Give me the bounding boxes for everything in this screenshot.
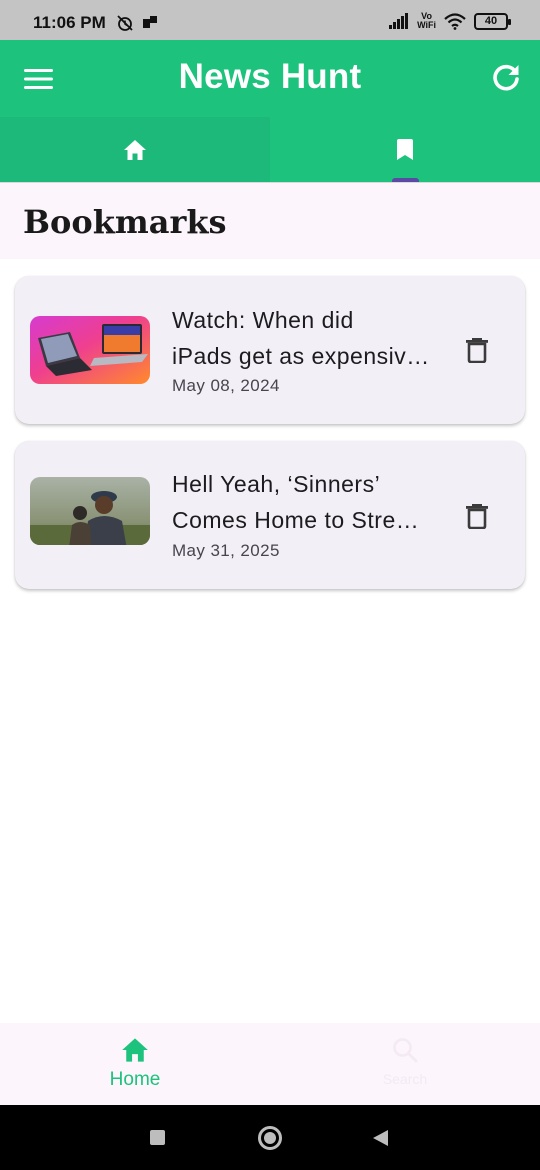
home-icon xyxy=(122,1038,148,1062)
bookmark-title-line1: Hell Yeah, ‘Sinners’ xyxy=(172,471,381,497)
tab-bar xyxy=(0,117,540,182)
bookmark-title-line2: Comes Home to Streaming xyxy=(172,507,432,533)
search-icon xyxy=(393,1038,418,1063)
home-icon xyxy=(124,139,146,160)
bookmark-card[interactable]: Hell Yeah, ‘Sinners’ Comes Home to Strea… xyxy=(15,441,525,589)
alarm-off-icon xyxy=(117,15,133,31)
tab-home[interactable] xyxy=(0,117,270,182)
back-icon[interactable] xyxy=(372,1129,389,1147)
bottom-nav-home[interactable]: Home xyxy=(0,1023,270,1105)
system-nav-bar xyxy=(0,1105,540,1170)
battery-icon: 40 xyxy=(474,12,511,30)
refresh-icon[interactable] xyxy=(490,62,522,94)
app-bar: News Hunt xyxy=(0,40,540,117)
app-notification-icon xyxy=(143,16,157,28)
bottom-nav: Home Search xyxy=(0,1023,540,1105)
bottom-nav-search-label: Search xyxy=(382,1071,428,1087)
vowifi-bottom: WiFi xyxy=(417,20,436,30)
status-bar: 11:06 PM Vo WiFi 40 xyxy=(0,0,540,40)
bottom-nav-search[interactable]: Search xyxy=(270,1023,540,1105)
bookmark-date: May 08, 2024 xyxy=(172,376,280,395)
status-right-icons: Vo WiFi 40 xyxy=(389,12,511,30)
page-title: Bookmarks xyxy=(23,203,227,241)
bookmark-title: Watch: When did iPads get as expensive a… xyxy=(172,302,432,374)
wifi-icon xyxy=(444,12,466,30)
bookmark-icon xyxy=(397,138,413,160)
bookmark-title: Hell Yeah, ‘Sinners’ Comes Home to Strea… xyxy=(172,466,432,538)
ipad-macbook-image xyxy=(30,316,150,384)
tab-bookmarks[interactable] xyxy=(270,117,540,182)
home-circle-icon[interactable] xyxy=(258,1126,282,1150)
section-header: Bookmarks xyxy=(0,183,540,259)
recents-icon[interactable] xyxy=(150,1130,165,1145)
signal-icon xyxy=(389,13,409,29)
vowifi-indicator: Vo WiFi xyxy=(417,12,436,30)
status-left-icons xyxy=(116,14,158,32)
bookmark-date: May 31, 2025 xyxy=(172,541,280,560)
delete-icon[interactable] xyxy=(465,503,489,529)
bottom-nav-home-label: Home xyxy=(109,1069,161,1090)
bookmark-title-line2: iPads get as expensive as MacBooks? xyxy=(172,343,432,369)
status-time: 11:06 PM xyxy=(33,13,106,32)
battery-level: 40 xyxy=(484,15,498,27)
bookmark-card[interactable]: Watch: When did iPads get as expensive a… xyxy=(15,276,525,424)
app-title: News Hunt xyxy=(178,57,362,96)
delete-icon[interactable] xyxy=(465,337,489,363)
sinners-movie-still-image xyxy=(30,477,150,545)
bookmark-title-line1: Watch: When did xyxy=(172,307,354,333)
